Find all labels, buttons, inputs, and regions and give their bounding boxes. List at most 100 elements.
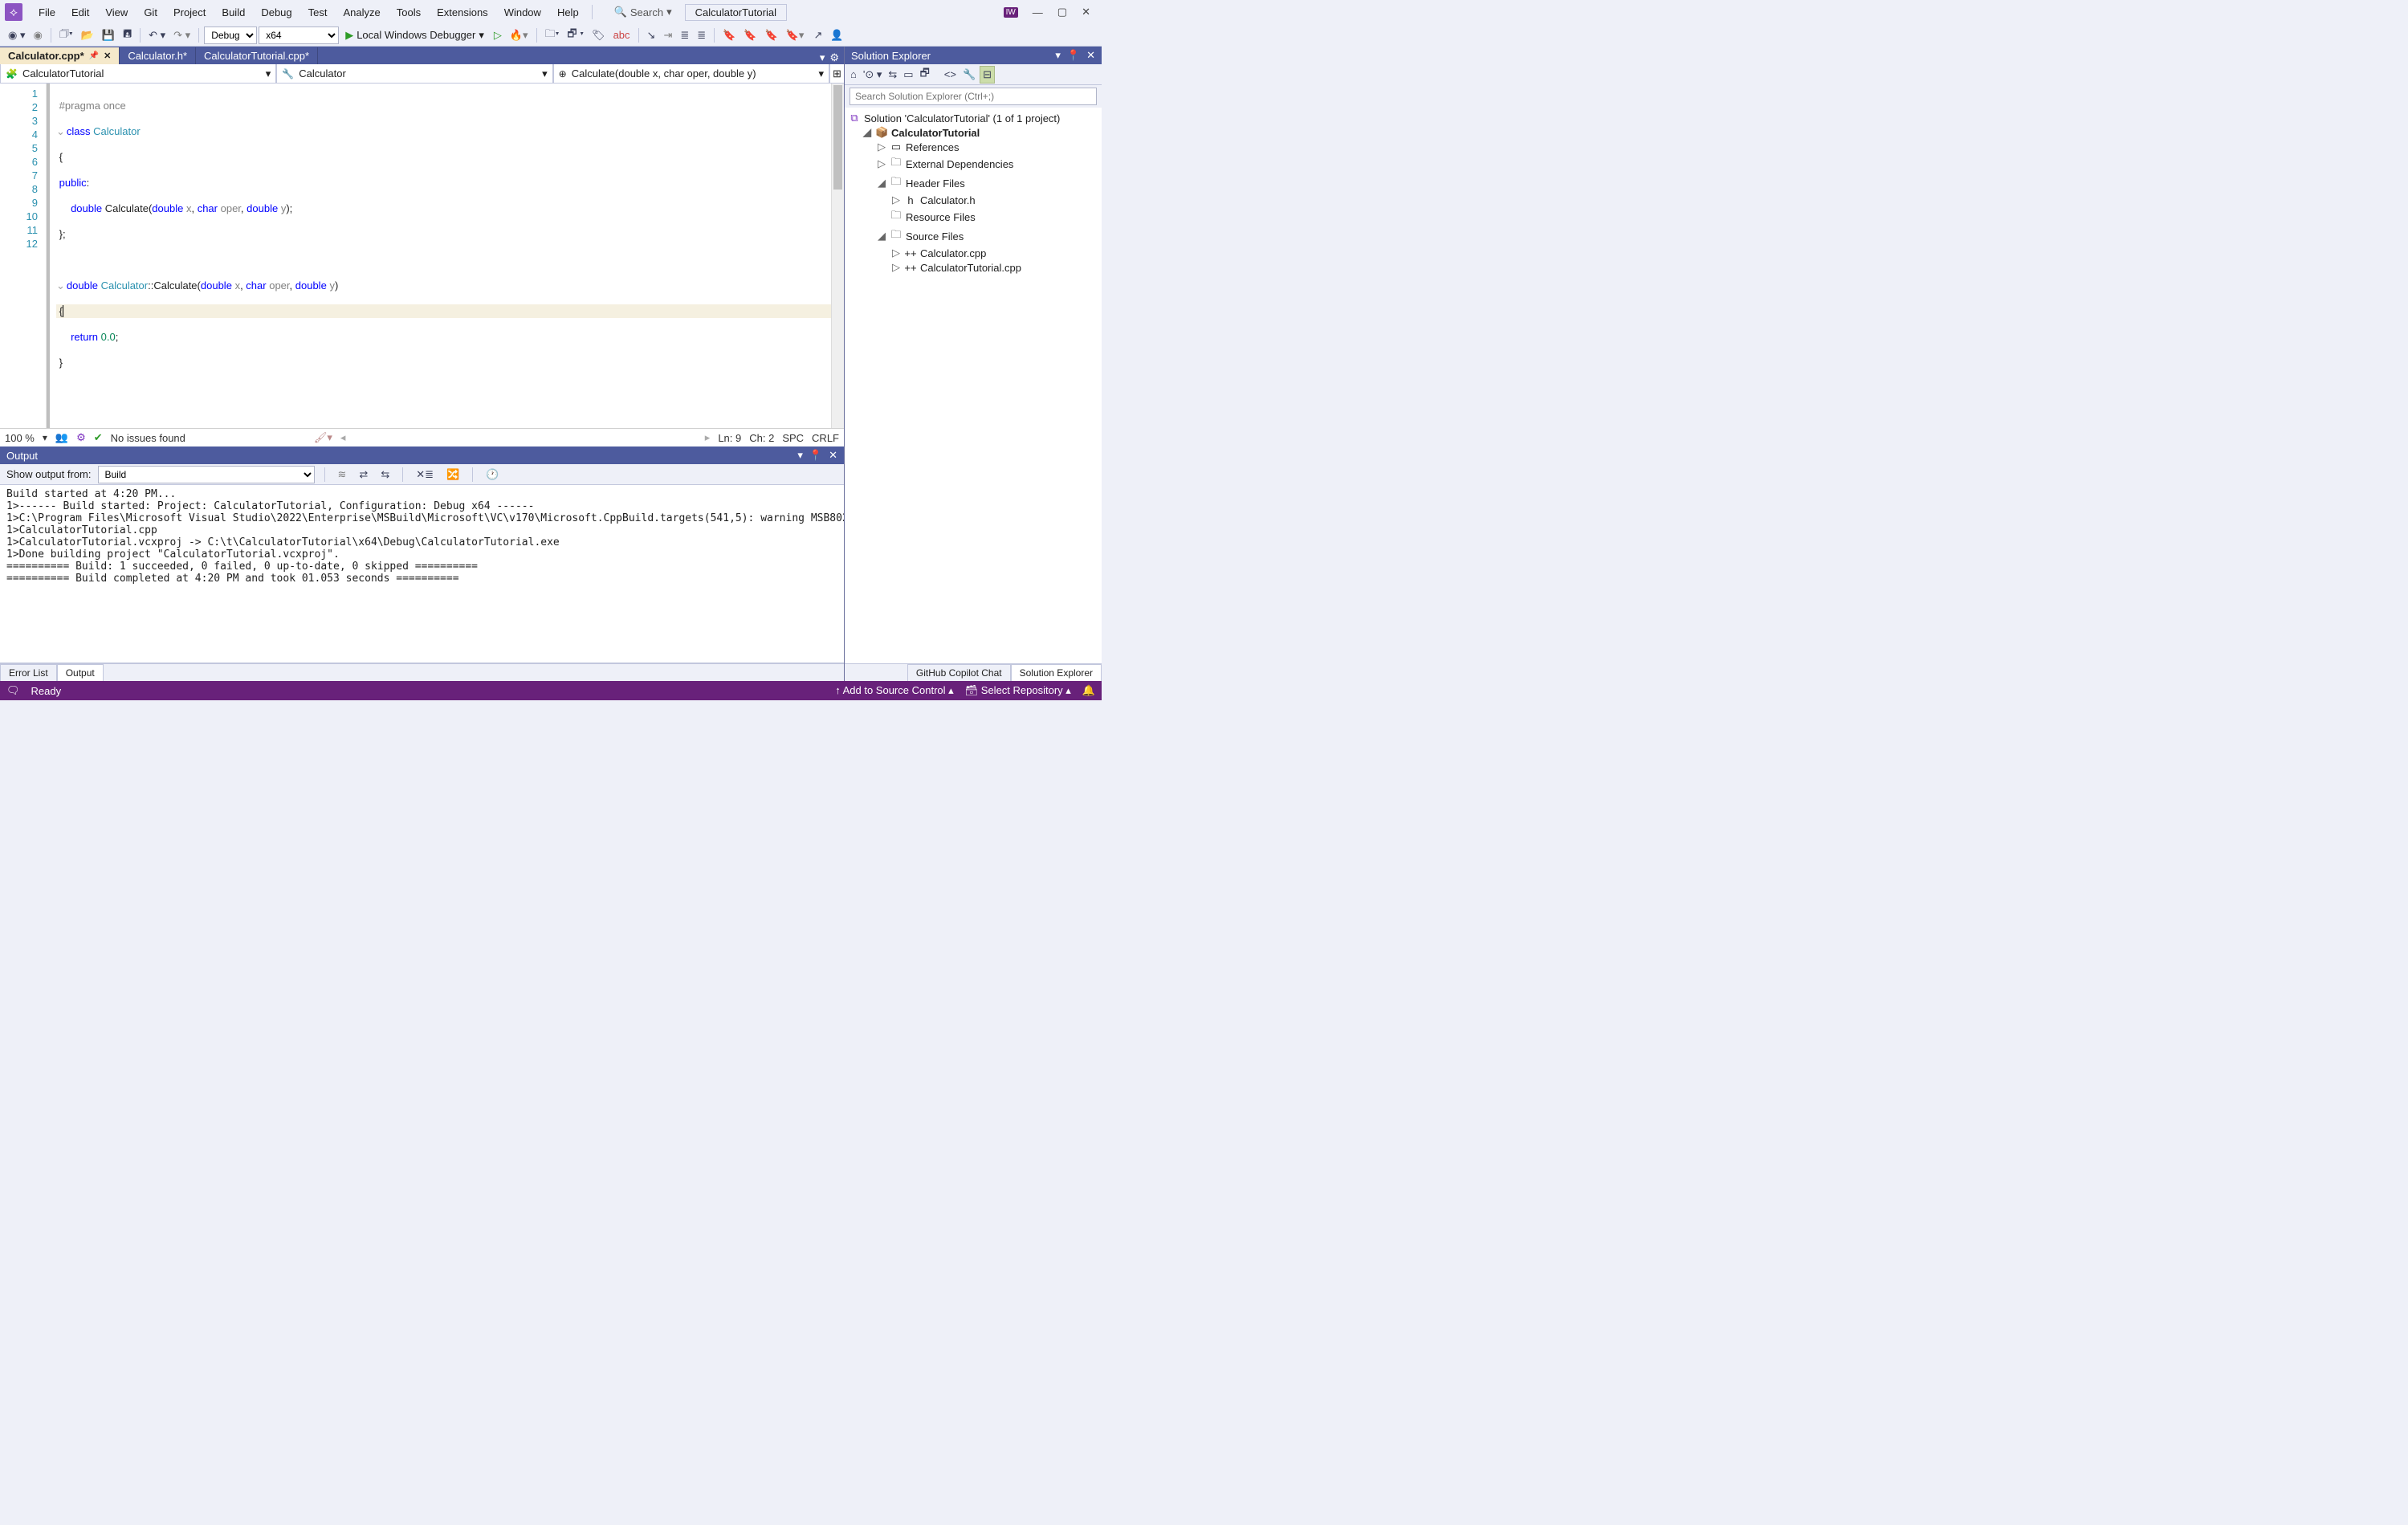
se-dropdown-icon[interactable]: ▾	[1055, 49, 1061, 62]
menu-window[interactable]: Window	[496, 3, 549, 22]
output-source-select[interactable]: Build	[98, 466, 315, 483]
se-close-icon[interactable]: ✕	[1086, 49, 1095, 62]
se-sync-icon[interactable]: 🗗	[918, 64, 932, 85]
menu-file[interactable]: File	[31, 3, 63, 22]
file-browser-icon[interactable]: 🗀▾	[542, 25, 563, 46]
menu-build[interactable]: Build	[214, 3, 253, 22]
se-preview-icon[interactable]: ⊟	[980, 66, 995, 84]
add-source-control[interactable]: ↑ Add to Source Control ▴	[835, 684, 953, 697]
output-wrap2-icon[interactable]: ⇆	[377, 467, 393, 483]
menu-help[interactable]: Help	[549, 3, 587, 22]
solution-root[interactable]: ⧉Solution 'CalculatorTutorial' (1 of 1 p…	[845, 111, 1102, 125]
menu-edit[interactable]: Edit	[63, 3, 97, 22]
tab-copilot-chat[interactable]: GitHub Copilot Chat	[907, 664, 1011, 681]
project-node[interactable]: ◢📦CalculatorTutorial	[845, 125, 1102, 140]
back-nav-icon[interactable]: ◉ ▾	[5, 27, 28, 43]
menu-analyze[interactable]: Analyze	[335, 3, 388, 22]
scope-select[interactable]: 🧩 CalculatorTutorial▾	[0, 64, 276, 83]
zoom-level[interactable]: 100 %	[5, 432, 35, 444]
se-collapse-icon[interactable]: ▭	[901, 67, 915, 83]
se-views-icon[interactable]: '⊙ ▾	[861, 67, 885, 83]
brush-icon[interactable]: 🖌▾	[314, 431, 332, 444]
bookmark-icon[interactable]: 🔖	[719, 27, 739, 43]
warning-indicator-icon[interactable]: ⚙	[76, 431, 86, 444]
nav-left-icon[interactable]: ◂	[340, 431, 346, 444]
vertical-scrollbar[interactable]	[831, 84, 844, 428]
select-repository[interactable]: 🗃 Select Repository ▴	[965, 684, 1071, 697]
tab-calculatortutorial-cpp[interactable]: CalculatorTutorial.cpp*	[196, 47, 318, 64]
tree-resource-files[interactable]: 🗀Resource Files	[845, 207, 1102, 226]
tree-header-files[interactable]: ◢🗀Header Files	[845, 173, 1102, 193]
tab-dropdown-icon[interactable]: ▾	[820, 51, 825, 64]
class-select[interactable]: 🔧 Calculator▾	[276, 64, 552, 83]
tab-settings-icon[interactable]: ⚙	[829, 51, 839, 64]
nav-right-icon[interactable]: ▸	[705, 431, 711, 444]
tab-output[interactable]: Output	[57, 664, 104, 681]
output-wrap-icon[interactable]: ⇄	[356, 467, 371, 483]
start-debugging-button[interactable]: ▶ Local Windows Debugger ▾	[340, 27, 489, 43]
maximize-icon[interactable]: ▢	[1057, 6, 1067, 18]
output-dropdown-icon[interactable]: ▾	[797, 449, 803, 462]
platform-select[interactable]: x64	[259, 27, 339, 44]
tab-error-list[interactable]: Error List	[0, 664, 57, 681]
se-code-icon[interactable]: <>	[942, 67, 959, 82]
output-close-icon[interactable]: ✕	[829, 449, 837, 462]
solution-tree[interactable]: ⧉Solution 'CalculatorTutorial' (1 of 1 p…	[845, 108, 1102, 663]
document-tabs: Calculator.cpp*📌✕ Calculator.h* Calculat…	[0, 47, 844, 64]
split-editor-icon[interactable]: ⊞	[829, 64, 844, 83]
search-box[interactable]: 🔍 Search ▾	[608, 4, 678, 20]
output-toggle-icon[interactable]: 🔀	[443, 467, 462, 483]
share-icon[interactable]: ↗	[810, 27, 825, 43]
tab-solution-explorer[interactable]: Solution Explorer	[1011, 664, 1102, 681]
solution-search-input[interactable]	[850, 88, 1097, 105]
save-all-icon[interactable]: 🖪	[120, 25, 135, 46]
function-select[interactable]: ⊕ Calculate(double x, char oper, double …	[553, 64, 829, 83]
se-wrench-icon[interactable]: 🔧	[960, 67, 978, 83]
navigation-bar: 🧩 CalculatorTutorial▾ 🔧 Calculator▾ ⊕ Ca…	[0, 64, 844, 84]
notifications-icon[interactable]: 🔔	[1082, 684, 1095, 697]
menu-project[interactable]: Project	[165, 3, 214, 22]
output-clear-icon[interactable]: ≋	[335, 467, 350, 483]
menu-tools[interactable]: Tools	[389, 3, 429, 22]
tree-external-dependencies[interactable]: ▷🗀External Dependencies	[845, 154, 1102, 173]
menu-debug[interactable]: Debug	[253, 3, 299, 22]
save-icon[interactable]: 💾	[99, 27, 118, 43]
window-layout-icon[interactable]: 🗗 ▾	[564, 25, 587, 46]
menu-git[interactable]: Git	[136, 3, 165, 22]
output-clock-icon[interactable]: 🕐	[483, 467, 502, 483]
error-indicator-icon[interactable]: 👥	[55, 431, 68, 444]
undo-icon[interactable]: ↶ ▾	[145, 27, 169, 43]
output-text[interactable]: Build started at 4:20 PM... 1>------ Bui…	[0, 485, 844, 663]
tab-calculator-h[interactable]: Calculator.h*	[120, 47, 196, 64]
tree-references[interactable]: ▷▭References	[845, 140, 1102, 154]
step-into-icon[interactable]: ↘	[644, 27, 659, 43]
pin-icon[interactable]: 📌	[89, 51, 99, 60]
se-home-icon[interactable]: ⌂	[848, 67, 859, 82]
outdent-icon[interactable]: ≣	[694, 27, 709, 43]
se-pin-icon[interactable]: 📍	[1067, 49, 1080, 62]
tree-calculator-cpp[interactable]: ▷++Calculator.cpp	[845, 246, 1102, 260]
indent-icon[interactable]: ≣	[677, 27, 692, 43]
start-without-debugging-icon[interactable]: ▷	[491, 27, 505, 43]
abc-icon[interactable]: abc	[610, 27, 634, 43]
tree-calculator-h[interactable]: ▷hCalculator.h	[845, 193, 1102, 207]
config-select[interactable]: Debug	[204, 27, 257, 44]
tag-icon[interactable]: 🏷	[589, 27, 609, 43]
new-project-icon[interactable]: 🗇▾	[56, 25, 76, 46]
menu-view[interactable]: View	[97, 3, 136, 22]
menu-test[interactable]: Test	[300, 3, 336, 22]
se-switch-icon[interactable]: ⇆	[886, 67, 899, 83]
menu-extensions[interactable]: Extensions	[429, 3, 496, 22]
minimize-icon[interactable]: —	[1033, 6, 1043, 18]
tree-source-files[interactable]: ◢🗀Source Files	[845, 226, 1102, 246]
account-icon[interactable]: 👤	[827, 27, 846, 43]
close-tab-icon[interactable]: ✕	[104, 51, 111, 61]
code-editor[interactable]: 123456789101112 #pragma once ⌄class Calc…	[0, 84, 844, 428]
output-pin-icon[interactable]: 📍	[809, 449, 822, 462]
code-text[interactable]: #pragma once ⌄class Calculator { public:…	[47, 84, 831, 428]
output-clear2-icon[interactable]: ✕≣	[413, 467, 437, 483]
tree-calculatortutorial-cpp[interactable]: ▷++CalculatorTutorial.cpp	[845, 260, 1102, 275]
open-icon[interactable]: 📂	[78, 27, 97, 43]
tab-calculator-cpp[interactable]: Calculator.cpp*📌✕	[0, 47, 120, 64]
close-icon[interactable]: ✕	[1082, 6, 1090, 18]
